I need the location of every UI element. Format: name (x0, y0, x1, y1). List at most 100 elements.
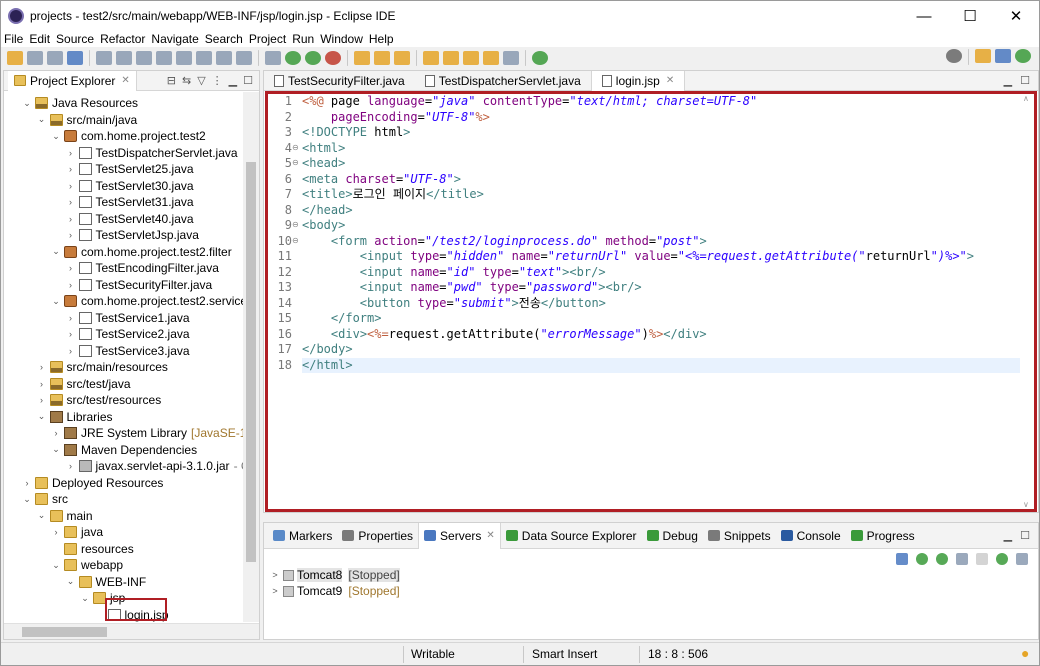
link-editor-icon[interactable]: ⇆ (182, 74, 191, 87)
tab-snippets[interactable]: Snippets (703, 523, 776, 549)
tree-item[interactable]: › TestService1.java (66, 310, 190, 326)
tree-item[interactable]: ⌄ main (37, 508, 93, 524)
tree-item[interactable]: › src/test/resources (37, 392, 161, 408)
chevron-down-icon[interactable]: ⌄ (51, 246, 61, 257)
code-line[interactable]: pageEncoding="UTF-8"%> (302, 110, 1020, 126)
run-icon[interactable] (285, 51, 301, 65)
code-line[interactable]: <body> (302, 218, 1020, 234)
maximize-view-icon[interactable]: ☐ (1020, 74, 1030, 87)
coverage-icon[interactable] (305, 51, 321, 65)
open-type-icon[interactable] (354, 51, 370, 65)
terminate-icon[interactable] (156, 51, 172, 65)
chevron-down-icon[interactable]: ⌄ (22, 494, 32, 505)
menu-file[interactable]: File (4, 32, 23, 46)
code-line[interactable]: <div><%=request.getAttribute("errorMessa… (302, 327, 1020, 343)
tree-item[interactable]: ⌄ com.home.project.test2.filter (51, 244, 232, 260)
chevron-right-icon[interactable]: › (22, 478, 32, 488)
debug-icon[interactable] (265, 51, 281, 65)
code-line[interactable]: <!DOCTYPE html> (302, 125, 1020, 141)
chevron-right-icon[interactable]: › (66, 313, 76, 323)
minimize-view-icon[interactable]: ▁ (1004, 74, 1012, 87)
scroll-thumb[interactable] (246, 162, 256, 562)
chevron-right-icon[interactable]: › (66, 148, 76, 158)
tree-item[interactable]: ⌄ com.home.project.test2.service (51, 293, 244, 309)
fold-toggle-icon[interactable]: ⊖ (292, 158, 299, 167)
chevron-down-icon[interactable]: ⌄ (51, 444, 61, 455)
profile-server-icon[interactable] (956, 553, 968, 565)
tab-properties[interactable]: Properties (337, 523, 418, 549)
chevron-down-icon[interactable]: ⌄ (66, 576, 76, 587)
tree-item[interactable]: ›javax.servlet-api-3.1.0.jar- C:\ (66, 458, 244, 474)
code-line[interactable]: <input name="pwd" type="password"><br/> (302, 280, 1020, 296)
save-icon[interactable] (27, 51, 43, 65)
code-line[interactable]: <title>로그인 페이지</title> (302, 187, 1020, 203)
lightbulb-icon[interactable]: ● (1021, 645, 1029, 661)
tree-item[interactable]: › TestDispatcherServlet.java (66, 145, 238, 161)
code-line[interactable]: </html> (302, 357, 1020, 373)
chevron-down-icon[interactable]: ⌄ (37, 510, 47, 521)
tree-horizontal-scrollbar[interactable] (4, 623, 259, 639)
tree-item[interactable]: ⌄ WEB-INF (66, 574, 146, 590)
code-line[interactable]: <html> (302, 141, 1020, 157)
tree-item[interactable]: › TestServletJsp.java (66, 227, 199, 243)
tree-item[interactable]: › TestEncodingFilter.java (66, 260, 219, 276)
tree-item[interactable]: ⌄ Libraries (37, 409, 113, 425)
chevron-right-icon[interactable]: › (66, 181, 76, 191)
tab-project-explorer[interactable]: Project Explorer ✕ (8, 70, 137, 91)
menu-source[interactable]: Source (56, 32, 94, 46)
fold-toggle-icon[interactable]: ⊖ (292, 220, 299, 229)
tree-item[interactable]: › TestServlet30.java (66, 178, 194, 194)
maximize-view-icon[interactable]: ☐ (243, 74, 253, 87)
new-icon[interactable] (7, 51, 23, 65)
tree-item[interactable]: ⌄ Java Resources (22, 95, 138, 111)
tab-console[interactable]: Console (776, 523, 846, 549)
chevron-right-icon[interactable]: > (270, 586, 280, 596)
step-return-icon[interactable] (236, 51, 252, 65)
tree-item[interactable]: › TestSecurityFilter.java (66, 277, 212, 293)
disconnect-icon[interactable] (1016, 553, 1028, 565)
chevron-down-icon[interactable]: ⌄ (80, 593, 90, 604)
tree-item[interactable]: ⌄ Maven Dependencies (51, 442, 197, 458)
open-perspective-icon[interactable] (975, 49, 991, 63)
pin-editor-icon[interactable] (532, 51, 548, 65)
chevron-right-icon[interactable]: › (66, 346, 76, 356)
code-line[interactable]: <input type="hidden" name="returnUrl" va… (302, 249, 1020, 265)
debug-perspective-icon[interactable] (1015, 49, 1031, 63)
tree-item[interactable]: › src/main/resources (37, 359, 168, 375)
tab-debug[interactable]: Debug (642, 523, 703, 549)
search-icon[interactable] (946, 49, 962, 63)
chevron-right-icon[interactable]: › (66, 263, 76, 273)
minimize-button[interactable]: — (901, 1, 947, 31)
code-line[interactable]: <%@ page language="java" contentType="te… (302, 94, 1020, 110)
chevron-right-icon[interactable]: › (66, 461, 76, 471)
back-icon[interactable] (483, 51, 499, 65)
code-area[interactable]: <%@ page language="java" contentType="te… (302, 94, 1020, 373)
collapse-all-icon[interactable]: ⊟ (167, 74, 176, 87)
menu-edit[interactable]: Edit (29, 32, 50, 46)
code-line[interactable]: </body> (302, 342, 1020, 358)
maximize-view-icon[interactable]: ☐ (1020, 529, 1030, 542)
maximize-button[interactable]: ☐ (947, 1, 993, 31)
chevron-down-icon[interactable]: ⌄ (51, 560, 61, 571)
chevron-right-icon[interactable]: › (66, 214, 76, 224)
menu-navigate[interactable]: Navigate (151, 32, 198, 46)
tree-item[interactable]: › JRE System Library[JavaSE-1.8] (51, 425, 245, 441)
external-tools-icon[interactable] (325, 51, 341, 65)
tree-item[interactable]: ⌄ webapp (51, 557, 123, 573)
chevron-right-icon[interactable]: › (66, 329, 76, 339)
scroll-down-icon[interactable]: ∨ (1023, 500, 1029, 509)
code-line[interactable]: <input name="id" type="text"><br/> (302, 265, 1020, 281)
debug-server-icon[interactable] (916, 553, 928, 565)
tree-item[interactable]: › TestServlet25.java (66, 161, 194, 177)
resume-icon[interactable] (116, 51, 132, 65)
tree-item[interactable]: › Deployed Resources (22, 475, 164, 491)
chevron-right-icon[interactable]: › (51, 428, 61, 438)
tree-item[interactable]: › TestService3.java (66, 343, 190, 359)
chevron-down-icon[interactable]: ⌄ (37, 411, 47, 422)
chevron-right-icon[interactable]: › (66, 230, 76, 240)
tree-item[interactable]: › src/test/java (37, 376, 131, 392)
code-line[interactable]: <button type="submit">전송</button> (302, 296, 1020, 312)
tab-markers[interactable]: Markers (268, 523, 337, 549)
menu-run[interactable]: Run (292, 32, 314, 46)
tree-item[interactable]: ⌄ src/main/java (37, 112, 137, 128)
